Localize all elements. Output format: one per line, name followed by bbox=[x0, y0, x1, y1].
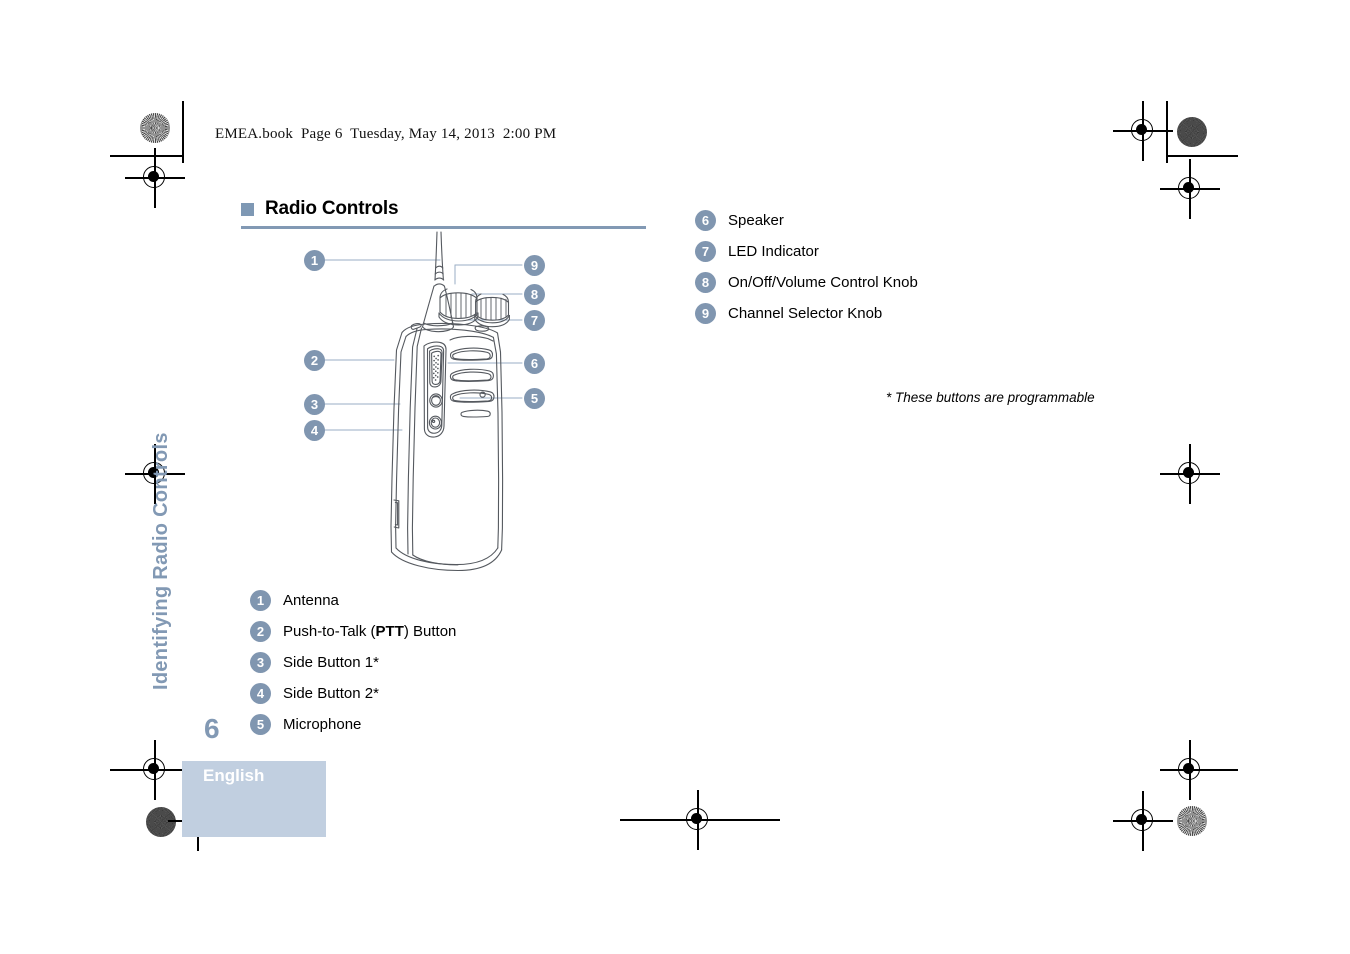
trim-line-vert-top-right bbox=[1166, 101, 1168, 163]
page-title: Radio Controls bbox=[265, 198, 399, 219]
trim-line-bottom-center bbox=[620, 819, 780, 821]
callout-badge-8: 8 bbox=[524, 284, 545, 305]
square-bullet-icon bbox=[241, 202, 254, 216]
list-item: 7 LED Indicator bbox=[695, 236, 918, 266]
legend-label-7: LED Indicator bbox=[728, 242, 819, 260]
legend-badge-8: 8 bbox=[695, 271, 716, 293]
callout-badge-5: 5 bbox=[524, 388, 545, 409]
list-item: 9 Channel Selector Knob bbox=[695, 298, 918, 328]
legend-badge-3: 3 bbox=[250, 651, 271, 673]
legend-label-4: Side Button 2* bbox=[283, 684, 379, 702]
page-number: 6 bbox=[204, 713, 220, 744]
trim-line-top-right bbox=[1166, 155, 1238, 157]
halftone-dot-top-left bbox=[140, 113, 170, 143]
legend-badge-9: 9 bbox=[695, 302, 716, 324]
legend-label-6: Speaker bbox=[728, 211, 784, 229]
legend-label-2: Push-to-Talk (PTT) Button bbox=[283, 622, 457, 640]
legend-label-9: Channel Selector Knob bbox=[728, 304, 883, 322]
legend-badge-5: 5 bbox=[250, 713, 271, 735]
file-stamp-header: EMEA.book Page 6 Tuesday, May 14, 2013 2… bbox=[215, 126, 557, 142]
registration-mark-top-right bbox=[1160, 159, 1220, 219]
trim-line-bottom-right bbox=[1166, 769, 1238, 771]
legend-badge-4: 4 bbox=[250, 682, 271, 704]
list-item: 2 Push-to-Talk (PTT) Button bbox=[250, 616, 456, 646]
registration-mark-right-middle bbox=[1160, 444, 1220, 504]
legend-badge-2: 2 bbox=[250, 620, 271, 642]
callout-badge-7: 7 bbox=[524, 310, 545, 331]
list-item: 3 Side Button 1* bbox=[250, 647, 456, 677]
list-item: 4 Side Button 2* bbox=[250, 678, 456, 708]
halftone-dot-top-right bbox=[1177, 117, 1207, 147]
legend-list-left: 1 Antenna 2 Push-to-Talk (PTT) Button 3 … bbox=[250, 585, 456, 739]
list-item: 1 Antenna bbox=[250, 585, 456, 615]
callout-badge-2: 2 bbox=[304, 350, 325, 371]
legend-label-5: Microphone bbox=[283, 715, 362, 733]
legend-label-8: On/Off/Volume Control Knob bbox=[728, 273, 918, 291]
list-item: 8 On/Off/Volume Control Knob bbox=[695, 267, 918, 297]
callout-badge-6: 6 bbox=[524, 353, 545, 374]
document-page: EMEA.book Page 6 Tuesday, May 14, 2013 2… bbox=[0, 0, 1350, 954]
legend-badge-7: 7 bbox=[695, 240, 716, 262]
section-header: Radio Controls bbox=[241, 198, 646, 229]
trim-line-top-left bbox=[110, 155, 182, 157]
callout-badge-1: 1 bbox=[304, 250, 325, 271]
legend-badge-6: 6 bbox=[695, 209, 716, 231]
legend-list-right: 6 Speaker 7 LED Indicator 8 On/Off/Volum… bbox=[695, 205, 918, 328]
callout-badge-3: 3 bbox=[304, 394, 325, 415]
list-item: 6 Speaker bbox=[695, 205, 918, 235]
language-label: English bbox=[203, 766, 265, 785]
registration-mark-top-left bbox=[125, 148, 185, 208]
chapter-tab-label: Identifying Radio Controls bbox=[150, 432, 172, 690]
registration-mark-top-right-upper bbox=[1113, 101, 1173, 161]
radio-diagram: 1 2 3 4 5 6 7 8 9 bbox=[290, 228, 580, 573]
registration-mark-bottom-right-lower bbox=[1113, 791, 1173, 851]
legend-label-3: Side Button 1* bbox=[283, 653, 379, 671]
programmable-buttons-footnote: * These buttons are programmable bbox=[886, 390, 1095, 405]
trim-line-bottom-left bbox=[110, 769, 182, 771]
list-item: 5 Microphone bbox=[250, 709, 456, 739]
callout-badge-4: 4 bbox=[304, 420, 325, 441]
halftone-dot-bottom-right bbox=[1177, 806, 1207, 836]
legend-label-1: Antenna bbox=[283, 591, 339, 609]
trim-line-vert-top-left bbox=[182, 101, 184, 163]
legend-badge-1: 1 bbox=[250, 589, 271, 611]
callout-badge-9: 9 bbox=[524, 255, 545, 276]
